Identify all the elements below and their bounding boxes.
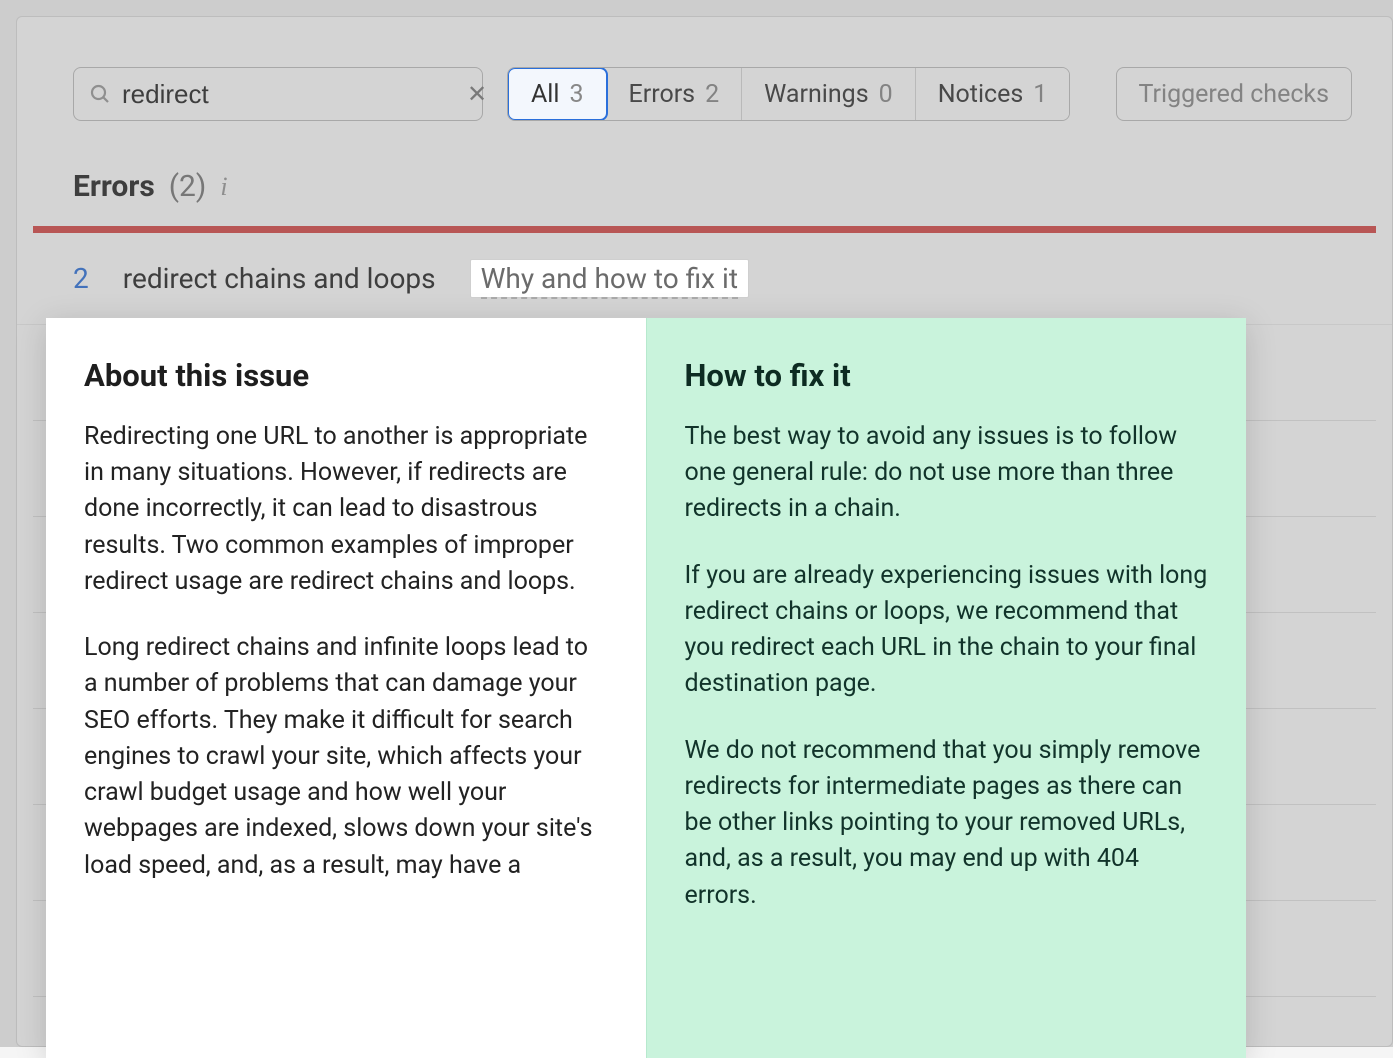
- clear-icon[interactable]: ✕: [467, 82, 487, 106]
- search-input[interactable]: [112, 79, 467, 110]
- about-paragraph: Long redirect chains and infinite loops …: [84, 630, 608, 884]
- toolbar: ✕ All 3 Errors 2 Warnings 0 Notices 1 Tr…: [17, 17, 1392, 151]
- info-icon[interactable]: i: [220, 172, 227, 202]
- filter-label: Errors: [629, 80, 696, 109]
- how-to-fix-panel: How to fix it The best way to avoid any …: [646, 318, 1247, 1058]
- filter-count: 1: [1033, 80, 1047, 109]
- about-this-issue-panel: About this issue Redirecting one URL to …: [46, 318, 646, 1058]
- fix-paragraph: The best way to avoid any issues is to f…: [685, 419, 1209, 528]
- filter-tab-warnings[interactable]: Warnings 0: [742, 68, 916, 120]
- filter-tabs: All 3 Errors 2 Warnings 0 Notices 1: [507, 67, 1070, 121]
- triggered-checks-label: Triggered checks: [1139, 80, 1329, 109]
- fix-heading: How to fix it: [685, 354, 1209, 399]
- filter-tab-notices[interactable]: Notices 1: [916, 68, 1070, 120]
- fix-paragraph: We do not recommend that you simply remo…: [685, 733, 1209, 914]
- filter-count: 0: [879, 80, 893, 109]
- issue-row[interactable]: 2 redirect chains and loops Why and how …: [17, 233, 1392, 325]
- why-and-how-link[interactable]: Why and how to fix it: [481, 262, 738, 299]
- about-paragraph: Redirecting one URL to another is approp…: [84, 419, 608, 600]
- issue-details-popover: About this issue Redirecting one URL to …: [46, 318, 1246, 1058]
- error-severity-bar: [33, 226, 1376, 233]
- filter-count: 3: [569, 80, 583, 109]
- about-heading: About this issue: [84, 354, 608, 399]
- search-field-wrap[interactable]: ✕: [73, 67, 483, 121]
- triggered-checks-button[interactable]: Triggered checks: [1116, 67, 1352, 121]
- filter-label: All: [531, 80, 559, 109]
- search-icon: [88, 82, 112, 106]
- issue-title: redirect chains and loops: [123, 262, 436, 295]
- filter-label: Warnings: [764, 80, 868, 109]
- issue-count: 2: [73, 262, 89, 295]
- why-link-wrap[interactable]: Why and how to fix it: [470, 259, 749, 298]
- section-title: Errors: [73, 169, 155, 204]
- section-count: (2): [169, 169, 207, 204]
- filter-tab-errors[interactable]: Errors 2: [607, 68, 743, 120]
- filter-count: 2: [705, 80, 719, 109]
- filter-tab-all[interactable]: All 3: [507, 67, 608, 121]
- section-header: Errors (2) i: [17, 151, 1392, 226]
- filter-label: Notices: [938, 80, 1024, 109]
- fix-paragraph: If you are already experiencing issues w…: [685, 558, 1209, 703]
